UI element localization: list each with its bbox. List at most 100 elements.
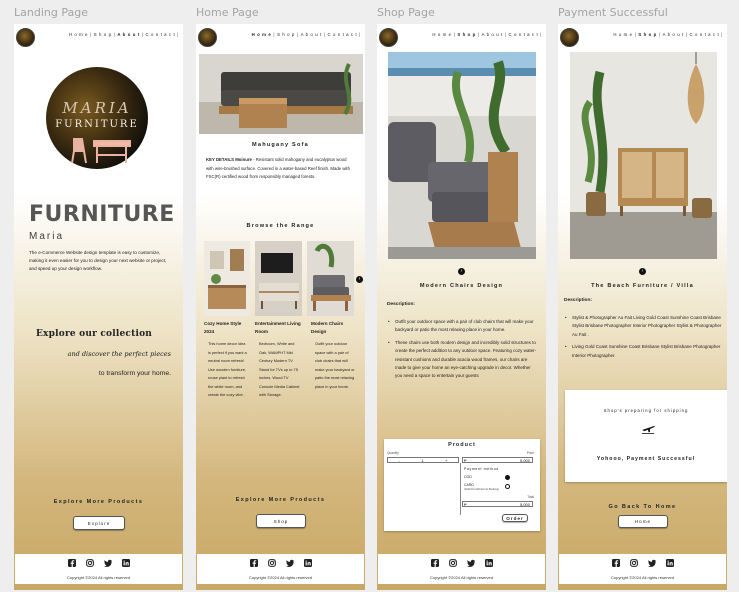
modern-chairs-image [307, 241, 354, 316]
payment-frame: H o m e | S h o p | A b o u t | C o n t … [558, 24, 727, 590]
order-button[interactable]: Order [502, 514, 528, 522]
copyright: Copyright ©2024 All rights reserved [611, 575, 674, 580]
col1-text: This home decor idea is perfect if you w… [208, 341, 247, 397]
navbar: H o m e | S h o p | A b o u t | C o n t … [377, 28, 546, 48]
nav-contact[interactable]: C o n t a c t [146, 32, 176, 37]
quantity-stepper[interactable]: - 1 + [387, 457, 459, 463]
nav-home[interactable]: H o m e [613, 32, 632, 37]
divider [460, 463, 461, 515]
browse-range-title: Browse the Range [246, 223, 315, 229]
nav-logo[interactable] [16, 28, 35, 47]
nav-home[interactable]: H o m e [432, 32, 451, 37]
instagram-icon[interactable] [85, 559, 94, 567]
nav-separator: | [90, 32, 92, 37]
cozy-home-image [204, 241, 250, 316]
arrow-right-icon[interactable]: › [458, 268, 465, 275]
footer: Copyright ©2024 All rights reserved [197, 554, 364, 584]
footer: Copyright ©2024 All rights reserved [559, 554, 726, 584]
frame-title-shop: Shop Page [377, 6, 435, 19]
nav-separator: | [177, 32, 179, 37]
explore-heading: Explore our collection [36, 329, 153, 339]
shop-button[interactable]: Shop [256, 514, 306, 528]
linkedin-icon[interactable] [484, 559, 493, 567]
nav-separator: | [685, 32, 688, 37]
instagram-icon[interactable] [629, 559, 638, 567]
arrow-right-icon[interactable]: › [639, 268, 646, 275]
explore-more-heading: Explore More Products [53, 499, 144, 505]
nav-separator: | [453, 32, 456, 37]
shop-frame: H o m e | S h o p | A b o u t | C o n t … [377, 24, 546, 590]
facebook-icon[interactable] [430, 559, 439, 567]
copyright: Copyright ©2024 All rights reserved [249, 575, 312, 580]
facebook-icon[interactable] [611, 559, 620, 567]
nav-separator: | [658, 32, 661, 37]
nav-shop[interactable]: S h o p [457, 32, 476, 37]
twitter-icon[interactable] [285, 559, 294, 567]
nav-shop[interactable]: S h o p [638, 32, 657, 37]
nav-about[interactable]: A b o u t [663, 32, 684, 37]
shop-description-label: Description: [387, 302, 415, 307]
nav-separator: | [359, 32, 361, 37]
nav-separator: | [634, 32, 637, 37]
nav-shop[interactable]: S h o p [277, 32, 295, 37]
card-radio[interactable] [505, 484, 510, 489]
quantity-plus[interactable]: + [445, 458, 447, 463]
facebook-icon[interactable] [249, 559, 258, 567]
arrow-right-icon[interactable]: › [356, 276, 363, 283]
payment-product-title: The Beach Furniture / Villa [591, 283, 694, 289]
nav-separator: | [296, 32, 299, 37]
footer: Copyright ©2024 All rights reserved [15, 554, 182, 584]
linkedin-icon[interactable] [303, 559, 312, 567]
frame-title-landing: Landing Page [14, 6, 88, 19]
twitter-icon[interactable] [647, 559, 656, 567]
price-value: 5,000 [519, 458, 530, 463]
nav-home[interactable]: H o m e [252, 32, 272, 37]
linkedin-icon[interactable] [665, 559, 674, 567]
col2-title: Entertainment Living Room [255, 321, 301, 334]
home-key-details: KEY DETAILS Moinure - Resistant solid ma… [206, 156, 354, 182]
twitter-icon[interactable] [103, 559, 112, 567]
col1-title: Cozy Home Style 2024 [204, 321, 242, 334]
entertainment-room-image [255, 241, 302, 316]
facebook-icon[interactable] [67, 559, 76, 567]
twitter-icon[interactable] [466, 559, 475, 567]
list-item: These chairs use both modern design and … [395, 339, 537, 381]
payment-description-list: Stylist & Photographer Au Fait Living Go… [572, 314, 722, 364]
nav-about[interactable]: A b o u t [117, 32, 139, 37]
list-item: Living Gold Coast Sunshine Coast Brisban… [572, 343, 722, 360]
currency-symbol: ₱ [464, 458, 467, 463]
nav-logo[interactable] [560, 28, 579, 47]
home-frame: H o m e | S h o p | A b o u t | C o n t … [196, 24, 365, 590]
nav-logo[interactable] [198, 28, 217, 47]
nav-home[interactable]: H o m e [69, 32, 88, 37]
key-details-label: KEY DETAILS Moinure [206, 157, 252, 162]
nav-contact[interactable]: C o n t a c t [690, 32, 720, 37]
nav-logo[interactable] [379, 28, 398, 47]
quantity-minus[interactable]: - [399, 458, 400, 463]
home-button[interactable]: Home [618, 515, 668, 528]
explore-button[interactable]: Explore [73, 516, 125, 530]
cod-option[interactable]: COD [464, 475, 472, 479]
nav-shop[interactable]: S h o p [94, 32, 112, 37]
cod-radio[interactable] [505, 475, 510, 480]
nav-about[interactable]: A b o u t [301, 32, 322, 37]
explore-more-heading: Explore More Products [235, 497, 326, 503]
linkedin-icon[interactable] [121, 559, 130, 567]
payment-method-label: Payment method [464, 467, 499, 471]
instagram-icon[interactable] [267, 559, 276, 567]
airplane-icon [642, 425, 655, 434]
shipping-status: Shop's preparing for shipping [603, 408, 689, 413]
landing-title: FURNITURE [29, 202, 175, 227]
footer: Copyright ©2024 All rights reserved [378, 554, 545, 584]
shop-product-title: Modern Chairs Design [419, 283, 504, 289]
price-field: ₱ 5,000 [462, 457, 533, 463]
nav-contact[interactable]: C o n t a c t [509, 32, 539, 37]
nav-about[interactable]: A b o u t [482, 32, 503, 37]
payment-description-label: Description: [564, 298, 592, 303]
card-option[interactable]: CARD [464, 483, 474, 487]
instagram-icon[interactable] [448, 559, 457, 567]
explore-script: and discover the perfect pieces [67, 350, 171, 358]
nav-contact[interactable]: C o n t a c t [328, 32, 358, 37]
order-form-title: Product [448, 442, 476, 448]
nav-separator: | [141, 32, 144, 37]
